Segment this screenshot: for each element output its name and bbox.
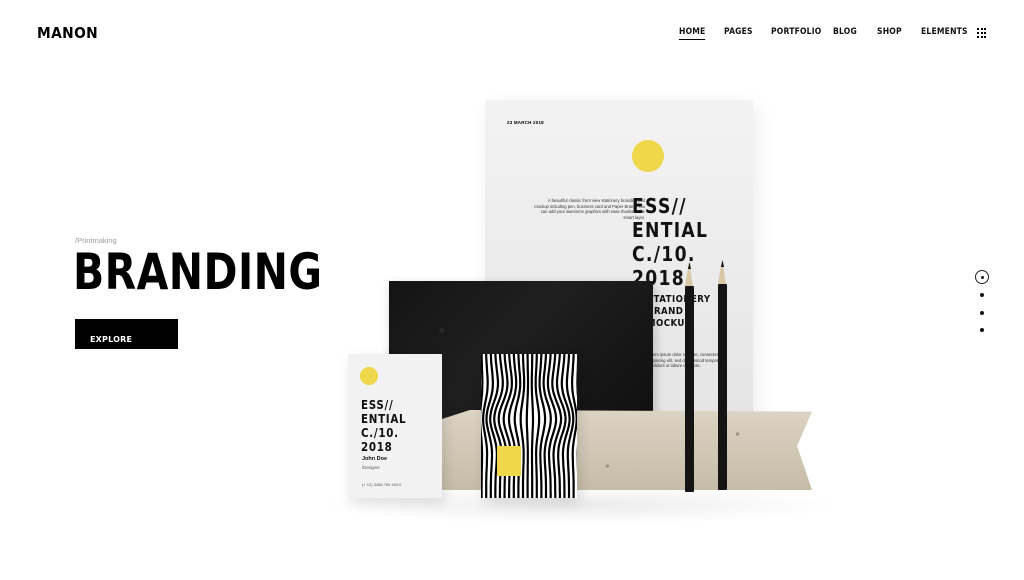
grid-icon-dot	[984, 35, 986, 38]
grid-icon-dot	[977, 35, 979, 38]
grid-icon-dot	[980, 35, 983, 38]
poster-subhead: STATIONERY BRAND MOCKUP. 5	[647, 294, 711, 341]
pager-dot-active[interactable]	[975, 270, 989, 284]
card-role: /Designer	[362, 465, 380, 470]
nav-item-elements[interactable]: ELEMENTS	[921, 27, 968, 37]
nav-item-blog[interactable]: BLOG	[833, 27, 857, 37]
grid-icon-dot	[980, 31, 983, 34]
pager-dot-3[interactable]	[980, 311, 984, 315]
slider-pager	[975, 270, 989, 340]
grid-icon-dot	[980, 28, 983, 30]
wave-pattern-graphic	[481, 354, 577, 498]
pager-dot-2[interactable]	[980, 293, 984, 297]
poster-date: 23 MARCH 2018	[507, 120, 544, 125]
wave-stripe	[525, 354, 530, 498]
nav-item-pages[interactable]: PAGES	[724, 27, 753, 37]
pencil-left	[685, 262, 694, 492]
nav-item-shop[interactable]: SHOP	[877, 27, 902, 37]
pencil-body	[685, 286, 694, 492]
nav-item-portfolio[interactable]: PORTFOLIO	[771, 27, 821, 37]
grid-icon[interactable]	[977, 28, 987, 38]
branding-mockup-image: 23 MARCH 2018 A beautiful classic front …	[300, 90, 860, 580]
grid-icon-dot	[977, 31, 979, 34]
pattern-yellow-block	[497, 446, 521, 476]
poster-description: A beautiful classic front view stationer…	[534, 198, 645, 220]
wave-stripe	[481, 354, 484, 498]
poster-headline: ESS// ENTIAL C./10. 2018	[632, 194, 709, 290]
wave-stripe	[530, 354, 535, 498]
grid-icon-dot	[984, 31, 986, 34]
hero-title: BRANDING	[73, 243, 323, 301]
grid-icon-dot	[977, 28, 979, 30]
pattern-card	[481, 354, 577, 498]
card-name: John Doe	[362, 456, 388, 462]
pencil-right	[718, 260, 727, 490]
wave-stripe	[534, 354, 541, 498]
card-yellow-circle	[360, 367, 378, 385]
business-card: ESS// ENTIAL C./10. 2018 John Doe /Desig…	[348, 354, 442, 498]
nav-item-home[interactable]: HOME	[679, 27, 706, 40]
poster-yellow-circle	[632, 140, 664, 172]
pencil-body	[718, 284, 727, 490]
card-phone: (+ 12) 3456 789 40XX	[362, 482, 402, 487]
explore-button[interactable]: EXPLORE	[75, 319, 178, 349]
pager-dot-4[interactable]	[980, 328, 984, 332]
wave-stripe	[519, 354, 526, 498]
card-headline: ESS// ENTIAL C./10. 2018	[361, 398, 407, 454]
main-nav: HOME PAGES PORTFOLIO BLOG SHOP ELEMENTS	[0, 27, 1024, 41]
grid-icon-dot	[984, 28, 986, 30]
